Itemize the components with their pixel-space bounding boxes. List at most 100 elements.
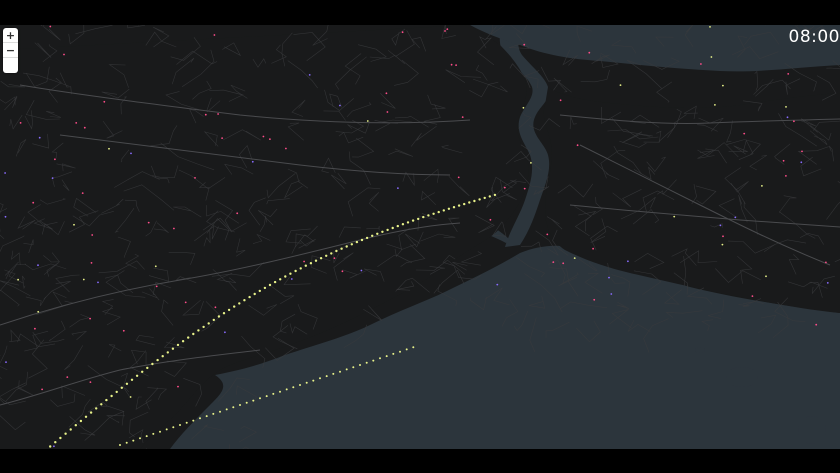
traffic-dot	[145, 435, 148, 438]
traffic-dot	[442, 209, 445, 212]
traffic-dot	[782, 159, 785, 162]
traffic-dot	[139, 437, 141, 440]
minor-road	[68, 25, 85, 45]
minor-road	[460, 251, 483, 266]
traffic-dot	[236, 212, 239, 215]
minor-road	[127, 25, 145, 29]
clock-restart-icon[interactable]	[789, 27, 840, 449]
traffic-dot	[263, 286, 267, 290]
map-controls: + −	[3, 28, 18, 73]
traffic-dot	[205, 415, 208, 418]
traffic-dot	[743, 132, 746, 135]
traffic-dot	[332, 372, 335, 375]
map-view[interactable]: + − 08:00	[0, 25, 840, 449]
traffic-dot	[166, 351, 169, 354]
traffic-dot	[552, 261, 555, 263]
minor-road	[656, 81, 673, 103]
traffic-dot	[722, 84, 724, 87]
traffic-dot	[576, 144, 579, 147]
traffic-dot	[406, 221, 410, 224]
minor-road	[754, 70, 759, 91]
traffic-dot	[253, 292, 256, 296]
traffic-dot	[401, 31, 404, 34]
traffic-dot	[89, 317, 91, 320]
traffic-dot	[285, 147, 287, 150]
traffic-dot	[34, 327, 36, 330]
traffic-dot	[161, 355, 164, 358]
traffic-dot	[204, 113, 207, 116]
traffic-dot	[192, 332, 195, 336]
traffic-dot	[221, 137, 224, 139]
traffic-dot	[202, 325, 205, 329]
traffic-dot	[41, 388, 43, 391]
traffic-dot	[305, 381, 308, 384]
traffic-dot	[75, 122, 78, 124]
traffic-dot	[129, 396, 132, 398]
traffic-dot	[360, 238, 364, 242]
traffic-dot	[155, 285, 158, 288]
traffic-dot	[154, 265, 157, 268]
traffic-dot	[4, 172, 6, 174]
traffic-dot	[333, 257, 336, 260]
traffic-dot	[673, 215, 676, 218]
traffic-dot	[478, 198, 481, 201]
traffic-dot	[97, 281, 99, 284]
traffic-dot	[258, 289, 261, 293]
traffic-dot	[319, 377, 321, 380]
traffic-dot	[135, 374, 139, 377]
traffic-dot	[610, 293, 613, 295]
traffic-dot	[289, 272, 292, 275]
traffic-dot	[233, 305, 236, 308]
traffic-dot	[120, 386, 124, 389]
traffic-dot	[627, 260, 629, 263]
traffic-dot	[184, 301, 187, 304]
traffic-dot	[397, 187, 399, 190]
minor-road	[553, 77, 572, 93]
traffic-dot	[74, 424, 78, 427]
traffic-dot	[447, 207, 451, 210]
traffic-dot	[38, 136, 41, 139]
traffic-dot	[171, 347, 175, 350]
traffic-dot	[268, 283, 272, 287]
minor-road	[755, 78, 774, 97]
traffic-dot	[573, 257, 576, 259]
traffic-dot	[269, 138, 271, 140]
traffic-dot	[59, 436, 62, 440]
traffic-dot	[119, 444, 121, 446]
compass-button[interactable]	[3, 58, 18, 73]
traffic-dot	[132, 439, 135, 442]
traffic-dot	[530, 162, 532, 164]
traffic-dot	[386, 228, 389, 232]
traffic-dot	[89, 381, 92, 383]
traffic-dot	[619, 84, 622, 86]
traffic-dot	[785, 175, 787, 177]
traffic-dot	[417, 217, 420, 221]
traffic-dot	[81, 192, 84, 195]
map-canvas[interactable]	[0, 25, 840, 449]
north-arrow-icon	[3, 28, 18, 73]
traffic-dot	[325, 375, 328, 378]
traffic-dot	[457, 204, 461, 207]
traffic-dot	[503, 186, 506, 189]
traffic-dot	[709, 26, 711, 28]
traffic-dot	[365, 361, 368, 364]
traffic-dot	[224, 331, 226, 334]
traffic-dot	[299, 267, 302, 270]
traffic-dot	[141, 370, 144, 373]
traffic-dot	[303, 260, 305, 263]
traffic-dot	[450, 63, 453, 66]
traffic-dot	[562, 262, 565, 265]
traffic-dot	[5, 361, 7, 363]
traffic-dot	[49, 445, 52, 448]
traffic-dot	[165, 428, 168, 431]
minor-road	[75, 25, 113, 35]
traffic-dot	[489, 218, 492, 221]
traffic-dot	[559, 99, 562, 102]
traffic-dot	[19, 122, 22, 124]
traffic-dot	[54, 441, 57, 444]
traffic-dot	[335, 249, 338, 253]
traffic-dot	[219, 410, 221, 413]
traffic-dot	[197, 329, 200, 332]
traffic-dot	[125, 441, 128, 444]
traffic-dot	[608, 276, 610, 279]
